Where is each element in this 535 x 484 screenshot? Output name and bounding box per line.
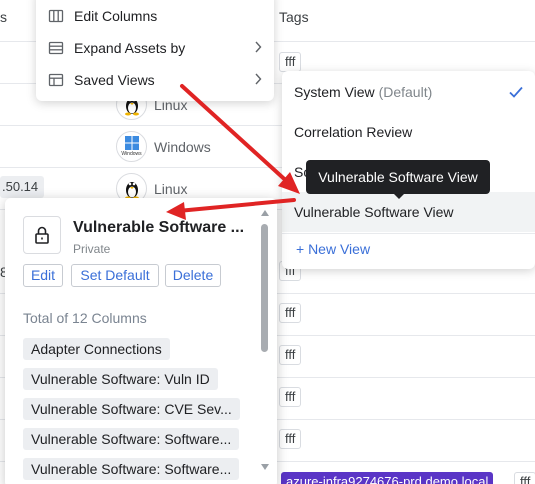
tag-chip: fff xyxy=(279,52,302,72)
windows-logo-caption: Windows xyxy=(121,151,142,157)
set-default-button[interactable]: Set Default xyxy=(71,264,159,287)
tag-chip: fff xyxy=(279,429,302,449)
view-item-label: System View (Default) xyxy=(294,84,432,100)
new-view-label: + New View xyxy=(296,241,371,257)
os-label: Windows xyxy=(154,138,211,155)
saved-views-icon xyxy=(48,72,64,88)
column-chip: Vulnerable Software: Vuln ID xyxy=(23,368,218,390)
new-view-button[interactable]: + New View xyxy=(282,233,535,265)
chevron-right-icon xyxy=(254,72,262,88)
checkmark-icon xyxy=(508,84,524,100)
column-chip: Vulnerable Software: CVE Sev... xyxy=(23,398,240,420)
column-chip: Adapter Connections xyxy=(23,338,170,360)
columns-total: Total of 12 Columns xyxy=(23,310,147,326)
scroll-up-arrow-icon[interactable] xyxy=(261,210,269,216)
tag-chip: fff xyxy=(279,303,302,323)
view-item-label: Correlation Review xyxy=(294,124,413,140)
view-name: System View xyxy=(294,84,375,100)
menu-item-label: Edit Columns xyxy=(74,8,158,24)
scroll-down-arrow-icon[interactable] xyxy=(261,464,269,470)
tag-chip: fff xyxy=(279,345,302,365)
windows-logo-icon: Windows xyxy=(116,131,147,162)
view-item-vulnerable-software[interactable]: Vulnerable Software View xyxy=(282,192,535,232)
view-name-tooltip: Vulnerable Software View xyxy=(306,160,490,199)
view-privacy: Private xyxy=(73,242,111,256)
view-item-correlation-review[interactable]: Correlation Review xyxy=(282,112,535,152)
chevron-right-icon xyxy=(254,40,262,56)
menu-item-saved-views[interactable]: Saved Views xyxy=(36,64,274,96)
view-details-panel: Vulnerable Software ... Private Edit Set… xyxy=(5,198,277,484)
ip-address-chip: .50.14 xyxy=(0,176,45,198)
menu-item-label: Saved Views xyxy=(74,72,155,88)
scrollbar-thumb[interactable] xyxy=(261,224,268,352)
expand-assets-icon xyxy=(48,40,64,56)
column-header-tags[interactable]: Tags xyxy=(279,9,309,25)
view-item-label: Vulnerable Software View xyxy=(294,204,454,220)
view-default-suffix: (Default) xyxy=(378,84,433,100)
column-chip: Vulnerable Software: Software... xyxy=(23,428,240,450)
view-title: Vulnerable Software ... xyxy=(73,219,245,236)
menu-item-expand-assets[interactable]: Expand Assets by xyxy=(36,32,274,64)
os-cell: Windows Windows xyxy=(116,131,211,162)
delete-view-button[interactable]: Delete xyxy=(165,264,221,287)
tag-chip: fff xyxy=(279,387,302,407)
table-options-menu: Edit Columns Expand Assets by Saved View… xyxy=(36,0,274,101)
os-label: Linux xyxy=(154,180,188,197)
hostname-chip[interactable]: azure-infra9274676-prd.demo.local xyxy=(281,472,494,484)
tag-chip: fff xyxy=(514,472,535,484)
details-scrollbar[interactable] xyxy=(259,208,271,478)
menu-item-edit-columns[interactable]: Edit Columns xyxy=(36,0,274,32)
edit-view-button[interactable]: Edit xyxy=(23,264,63,287)
lock-icon xyxy=(23,216,61,254)
edit-columns-icon xyxy=(48,8,64,24)
column-header-partial: s xyxy=(0,9,7,25)
column-chip: Vulnerable Software: Software... xyxy=(23,458,240,480)
menu-item-label: Expand Assets by xyxy=(74,40,186,56)
view-item-system-view[interactable]: System View (Default) xyxy=(282,72,535,112)
